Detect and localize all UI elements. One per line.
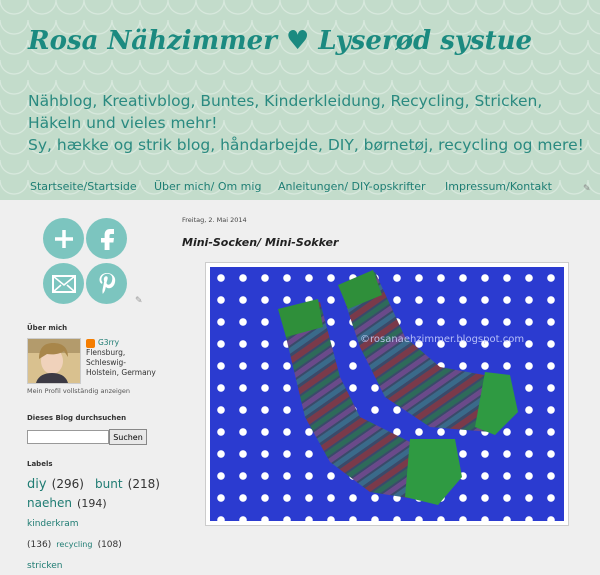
top-nav: Startseite/Startside Über mich/ Om mig A…	[0, 180, 600, 196]
avatar[interactable]	[27, 338, 81, 384]
about-heading: Über mich	[27, 324, 68, 332]
profile-location-2: Schleswig-	[86, 358, 126, 367]
blog-description: Nähblog, Kreativblog, Buntes, Kinderklei…	[28, 90, 588, 156]
label-count-recycling: (108)	[97, 540, 122, 550]
plus-icon[interactable]	[43, 218, 84, 259]
profile-info: G3rry Flensburg, Schleswig- Holstein, Ge…	[86, 338, 156, 378]
label-count-kinderkram: (136)	[27, 540, 52, 550]
profile-location-1: Flensburg,	[86, 348, 126, 357]
search-heading: Dieses Blog durchsuchen	[27, 414, 127, 422]
header-edit-icon[interactable]: ✎	[583, 184, 591, 194]
post-date: Freitag, 2. Mai 2014	[182, 216, 247, 224]
profile-link[interactable]: Mein Profil vollständig anzeigen	[27, 387, 130, 395]
profile-name[interactable]: G3rry	[98, 338, 119, 348]
mail-icon[interactable]	[43, 263, 84, 304]
label-recycling[interactable]: recycling	[56, 540, 92, 549]
nav-item-home[interactable]: Startseite/Startside	[30, 180, 137, 193]
search-input[interactable]	[27, 430, 109, 444]
profile-location-3: Holstein, Germany	[86, 368, 156, 377]
labels-heading: Labels	[27, 460, 53, 468]
nav-item-about[interactable]: Über mich/ Om mig	[154, 180, 261, 193]
post-image-frame: ©rosanaehzimmer.blogspot.com	[205, 262, 569, 526]
blogger-icon	[86, 338, 95, 348]
label-diy[interactable]: diy	[27, 477, 47, 492]
pinterest-icon[interactable]	[86, 263, 127, 304]
image-watermark: ©rosanaehzimmer.blogspot.com	[360, 334, 524, 345]
nav-item-imprint[interactable]: Impressum/Kontakt	[445, 180, 552, 193]
gadget-edit-icon[interactable]: ✎	[135, 296, 143, 306]
labels-cloud: diy (296) bunt (218) naehen (194) kinder…	[27, 474, 162, 575]
post-title[interactable]: Mini-Socken/ Mini-Sokker	[182, 236, 338, 249]
label-count-bunt: (218)	[127, 477, 160, 491]
search-button[interactable]: Suchen	[109, 429, 147, 445]
label-count-diy: (296)	[51, 477, 84, 491]
label-naehen[interactable]: naehen	[27, 496, 72, 510]
blog-title[interactable]: Rosa Nähzimmer ♥ Lyserød systue	[28, 26, 532, 56]
nav-item-tutorials[interactable]: Anleitungen/ DIY-opskrifter	[278, 180, 426, 193]
description-line-1: Nähblog, Kreativblog, Buntes, Kinderklei…	[28, 92, 543, 132]
label-count-naehen: (194)	[77, 497, 107, 510]
label-stricken[interactable]: stricken	[27, 561, 63, 571]
description-line-2: Sy, hække og strik blog, håndarbejde, DI…	[28, 136, 584, 154]
blog-header: Rosa Nähzimmer ♥ Lyserød systue Nähblog,…	[0, 0, 600, 200]
label-bunt[interactable]: bunt	[95, 477, 123, 491]
facebook-icon[interactable]	[86, 218, 127, 259]
label-kinderkram[interactable]: kinderkram	[27, 519, 79, 529]
post-image[interactable]: ©rosanaehzimmer.blogspot.com	[210, 267, 564, 521]
